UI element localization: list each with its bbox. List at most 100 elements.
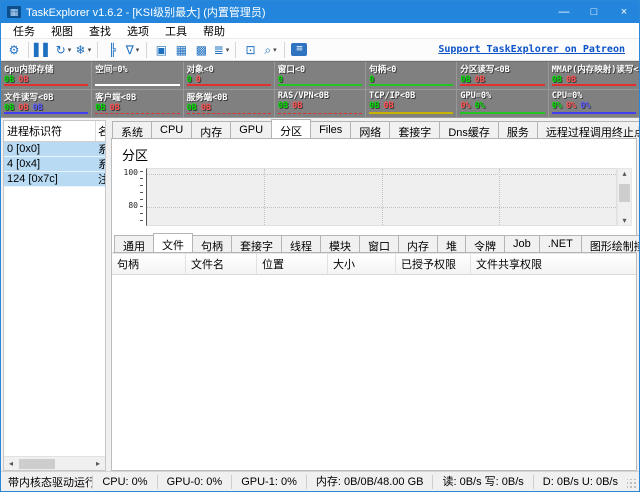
- menu-help[interactable]: 帮助: [195, 22, 233, 40]
- tab-bottom-3[interactable]: 套接字: [231, 235, 282, 252]
- graph-vscrollbar[interactable]: ▴ ▾: [617, 168, 632, 226]
- tab-bottom-6[interactable]: 窗口: [359, 235, 399, 252]
- tab-bottom-8[interactable]: 堆: [437, 235, 466, 252]
- toolbar-button-log[interactable]: ≣▾: [211, 40, 231, 59]
- tab-top-0[interactable]: 系统: [112, 121, 152, 138]
- toolbar-button-process-tree[interactable]: ╠: [102, 40, 122, 59]
- tile-graph-line: [278, 84, 362, 86]
- firewall-icon: ▩: [196, 44, 207, 56]
- perf-tile[interactable]: 客户端<0B0B0B: [92, 90, 183, 118]
- filter-icon: ∇: [126, 44, 134, 56]
- tab-bottom-0[interactable]: 通用: [114, 235, 154, 252]
- perf-tile[interactable]: 对象<000: [184, 62, 275, 90]
- dropdown-caret-icon[interactable]: ▾: [136, 46, 140, 54]
- tab-bottom-4[interactable]: 线程: [281, 235, 321, 252]
- perf-tile[interactable]: GPU=0%0%0%: [457, 90, 548, 118]
- tab-bottom-11[interactable]: .NET: [539, 235, 582, 252]
- file-column-header-1[interactable]: 文件名: [186, 254, 257, 274]
- perf-tile[interactable]: 服务端<0B0B0B: [184, 90, 275, 118]
- tab-bottom-12[interactable]: 图形绘制接口: [581, 235, 640, 252]
- tab-top-1[interactable]: CPU: [151, 121, 192, 138]
- tab-top-10[interactable]: 远程过程调用终止点: [537, 121, 640, 138]
- process-row[interactable]: 4 [0x4]系统: [4, 157, 105, 172]
- tab-top-3[interactable]: GPU: [230, 121, 272, 138]
- menu-tools[interactable]: 工具: [157, 22, 195, 40]
- tab-top-5[interactable]: Files: [310, 121, 351, 138]
- dropdown-caret-icon[interactable]: ▾: [68, 46, 72, 54]
- process-row[interactable]: 0 [0x0]系统空闲进程: [4, 142, 105, 157]
- file-column-header-2[interactable]: 位置: [257, 254, 328, 274]
- scroll-right-icon[interactable]: ▸: [91, 459, 105, 468]
- menu-tasks[interactable]: 任务: [5, 22, 43, 40]
- tile-graph-line: [4, 112, 88, 114]
- toolbar-button-settings[interactable]: ⚙: [4, 40, 24, 59]
- tab-bottom-10[interactable]: Job: [504, 235, 540, 252]
- vscroll-thumb[interactable]: [619, 184, 630, 202]
- tile-graph-line: [369, 84, 453, 86]
- perf-tile[interactable]: RAS/VPN<0B0B0B: [275, 90, 366, 118]
- tab-bottom-7[interactable]: 内存: [398, 235, 438, 252]
- toolbar-button-freeze[interactable]: ❄▾: [73, 40, 93, 59]
- y-tick-80: 80: [128, 201, 138, 210]
- tab-top-7[interactable]: 套接字: [389, 121, 440, 138]
- tab-top-2[interactable]: 内存: [191, 121, 231, 138]
- toolbar-button-run-window[interactable]: ▣: [151, 40, 171, 59]
- perf-tile[interactable]: 句柄<00: [366, 62, 457, 90]
- close-button[interactable]: ×: [609, 1, 639, 23]
- column-header-pid[interactable]: 进程标识符: [4, 121, 96, 141]
- menu-options[interactable]: 选项: [119, 22, 157, 40]
- status-metrics: CPU: 0%GPU-0: 0%GPU-1: 0%内存: 0B/0B/48.00…: [92, 475, 627, 489]
- hscroll-thumb[interactable]: [19, 459, 55, 469]
- tab-bottom-1[interactable]: 文件: [153, 233, 193, 252]
- perf-tile[interactable]: 空间=0%: [92, 62, 183, 90]
- scroll-down-icon[interactable]: ▾: [618, 216, 632, 225]
- toolbar-button-pause[interactable]: ▌▌: [33, 40, 53, 59]
- resize-grip-icon[interactable]: [627, 479, 637, 489]
- toolbar-button-refresh[interactable]: ↻▾: [53, 40, 73, 59]
- tab-bottom-9[interactable]: 令牌: [465, 235, 505, 252]
- process-row[interactable]: 124 [0x7c]注册表: [4, 172, 105, 187]
- status-bar: 带内核态驱动运行的TaskExplorer已就绪... CPU: 0%GPU-0…: [1, 471, 639, 491]
- scroll-left-icon[interactable]: ◂: [4, 459, 18, 468]
- tile-value: 0%: [475, 101, 485, 111]
- toolbar-button-panel-toggle[interactable]: ≡: [289, 40, 309, 59]
- minimize-button[interactable]: —: [549, 1, 579, 23]
- menu-view[interactable]: 视图: [43, 22, 81, 40]
- perf-tile[interactable]: 文件读写<0B0B0B0B: [1, 90, 92, 118]
- file-column-header-0[interactable]: 句柄: [112, 254, 186, 274]
- scroll-up-icon[interactable]: ▴: [618, 169, 632, 178]
- tile-value: 0B: [187, 103, 197, 113]
- toolbar-button-filter[interactable]: ∇▾: [122, 40, 142, 59]
- dropdown-caret-icon[interactable]: ▾: [273, 46, 277, 54]
- process-list-hscrollbar[interactable]: ◂ ▸: [4, 456, 105, 470]
- tab-bottom-5[interactable]: 模块: [320, 235, 360, 252]
- perf-tile[interactable]: TCP/IP<0B0B0B: [366, 90, 457, 118]
- tab-top-8[interactable]: Dns缓存: [439, 121, 499, 138]
- maximize-button[interactable]: □: [579, 1, 609, 23]
- file-column-header-5[interactable]: 文件共享权限: [471, 254, 636, 274]
- toolbar-button-remote-window[interactable]: ▦: [171, 40, 191, 59]
- tab-top-6[interactable]: 网络: [350, 121, 390, 138]
- column-header-name[interactable]: 名称: [96, 121, 105, 141]
- patreon-link[interactable]: Support TaskExplorer on Patreon: [438, 44, 625, 55]
- perf-tile[interactable]: CPU=0%0%0%0%: [549, 90, 639, 118]
- tab-top-4[interactable]: 分区: [271, 119, 311, 138]
- file-column-header-3[interactable]: 大小: [328, 254, 396, 274]
- perf-tile[interactable]: Gpu内部存储0B0B: [1, 62, 92, 90]
- tile-graph-line: [552, 112, 636, 114]
- dropdown-caret-icon[interactable]: ▾: [226, 46, 230, 54]
- dropdown-caret-icon[interactable]: ▾: [88, 46, 92, 54]
- performance-tiles: Gpu内部存储0B0B空间=0%对象<000窗口<00句柄<00分区读写<0B0…: [1, 61, 639, 118]
- perf-tile[interactable]: MMAP(内存映射)读写<0B0B0B: [549, 62, 639, 90]
- toolbar-button-firewall[interactable]: ▩: [191, 40, 211, 59]
- tab-bottom-2[interactable]: 句柄: [192, 235, 232, 252]
- refresh-icon: ↻: [56, 44, 66, 56]
- perf-tile[interactable]: 窗口<00: [275, 62, 366, 90]
- tab-top-9[interactable]: 服务: [498, 121, 538, 138]
- tile-value: 0%: [580, 101, 590, 111]
- perf-tile[interactable]: 分区读写<0B0B0B: [457, 62, 548, 90]
- file-column-header-4[interactable]: 已授予权限: [396, 254, 471, 274]
- toolbar-button-system-monitor[interactable]: ⊡: [240, 40, 260, 59]
- menu-find[interactable]: 查找: [81, 22, 119, 40]
- toolbar-button-search[interactable]: ⌕▾: [260, 40, 280, 59]
